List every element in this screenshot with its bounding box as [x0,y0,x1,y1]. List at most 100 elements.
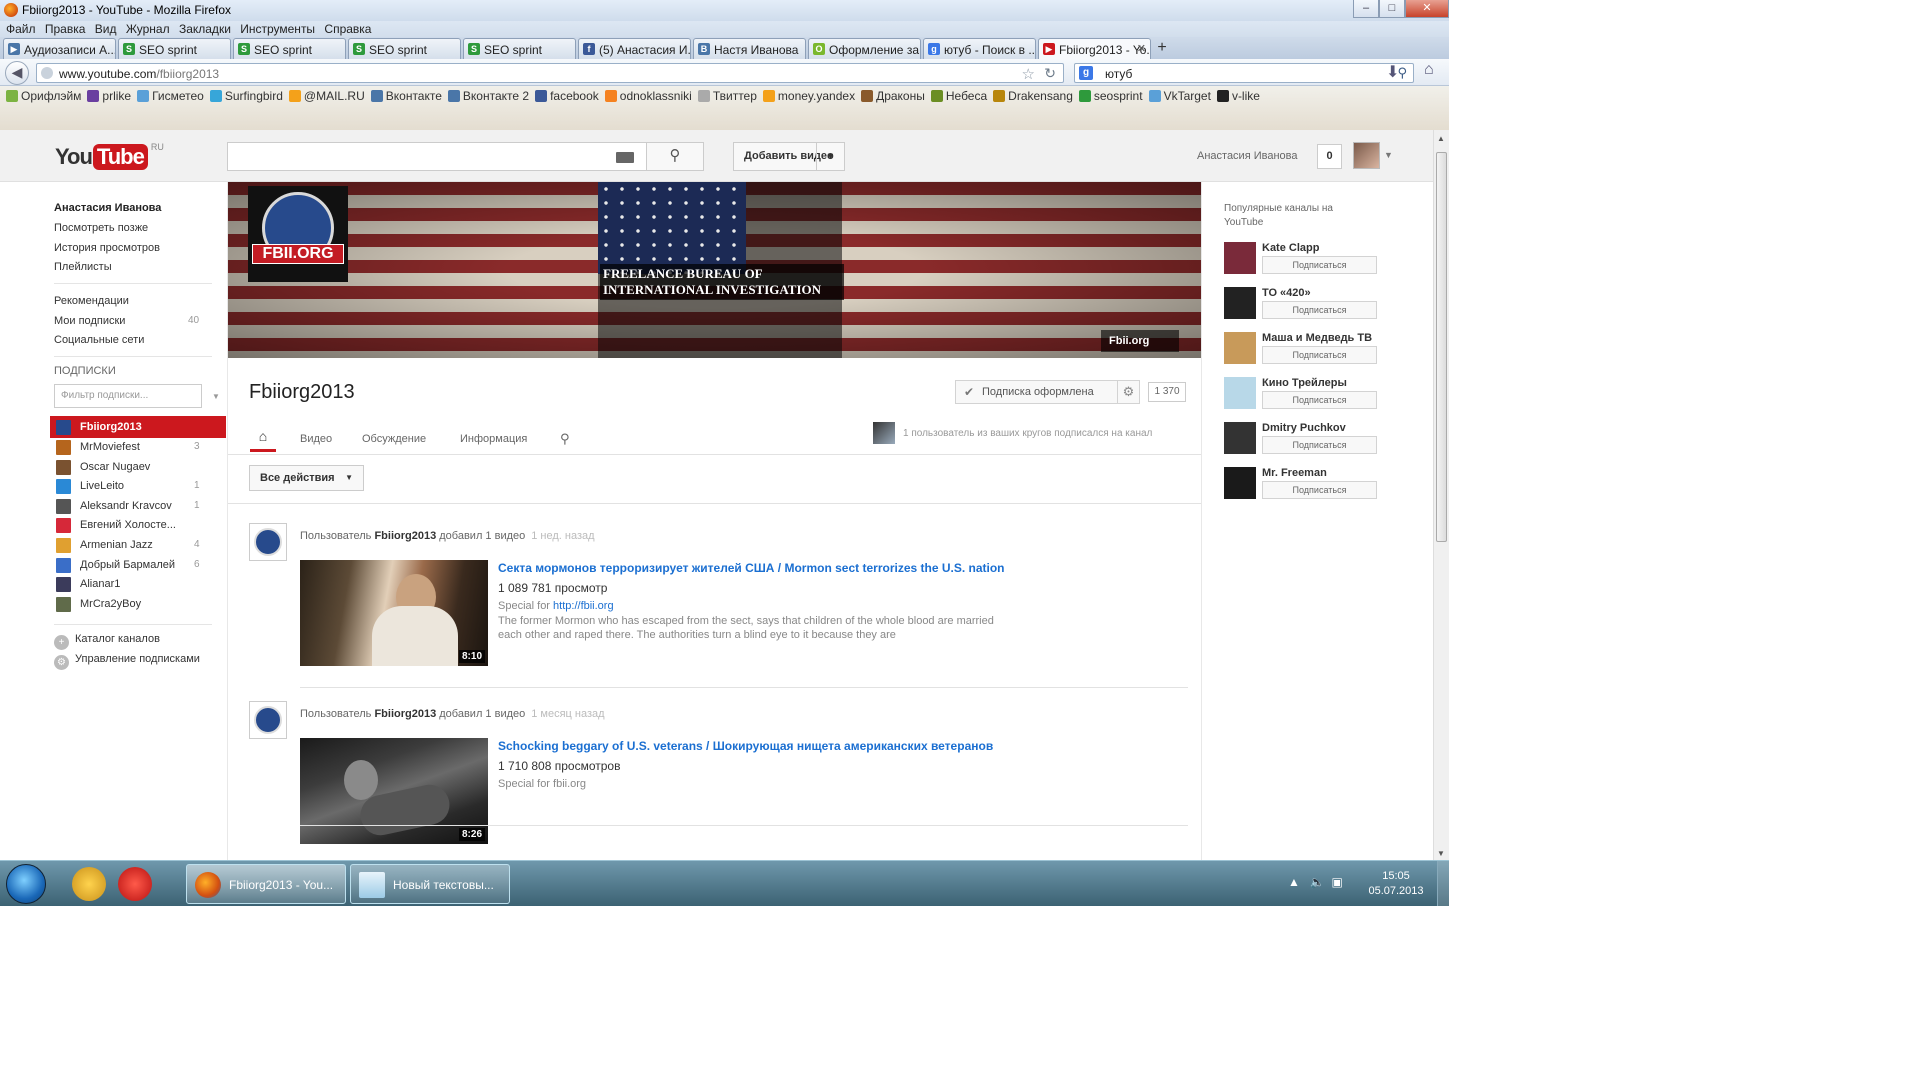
subscribe-button[interactable]: Подписаться [1262,256,1377,274]
tray-expand-icon[interactable]: ▲ [1288,875,1300,889]
downloads-icon[interactable]: ⬇ [1386,62,1399,82]
subscription-item[interactable]: Alianar1 [50,573,226,595]
tab-videos[interactable]: Видео [300,433,332,445]
subscription-settings-icon[interactable]: ⚙ [1118,380,1140,404]
bookmark-item[interactable]: Орифлэйм [6,89,81,103]
guide-social[interactable]: Социальные сети [54,334,144,346]
subscribe-button[interactable]: Подписаться [1262,301,1377,319]
youtube-logo[interactable]: You Tube RU [54,142,164,170]
bookmark-item[interactable]: Вконтакте 2 [447,89,529,103]
menu-edit[interactable]: Правка [45,21,86,37]
channel-name[interactable]: Кино Трейлеры [1262,377,1347,389]
home-icon[interactable]: ⌂ [1424,61,1434,79]
channel-search-icon[interactable]: ⚲ [560,431,570,447]
subscribe-button[interactable]: Подписаться [1262,391,1377,409]
subscription-item[interactable]: Fbiiorg2013 [50,416,226,438]
scroll-down-icon[interactable]: ▼ [1437,849,1445,858]
bookmark-item[interactable]: Твиттер [697,89,757,103]
browser-tab[interactable]: S SEO sprint [348,38,461,59]
keyboard-icon[interactable] [616,152,634,163]
bookmark-item[interactable]: Гисметео [137,89,204,103]
channel-name[interactable]: Mr. Freeman [1262,467,1327,479]
system-tray[interactable]: ▲ 🔈 ▣ [1288,875,1343,889]
taskbar-window-notepad[interactable]: Новый текстовы... [350,864,510,904]
bookmark-item[interactable]: Drakensang [993,89,1073,103]
channel-catalog-link[interactable]: + Каталог каналов [54,633,160,650]
browser-tab[interactable]: S SEO sprint [118,38,231,59]
close-button[interactable]: ✕ [1405,0,1449,18]
search-bar[interactable]: g ютуб ⚲ [1074,63,1414,83]
video-thumbnail[interactable]: 8:26 [300,738,488,844]
home-tab-icon[interactable]: ⌂ [250,428,276,452]
subscribe-button[interactable]: Подписаться [1262,436,1377,454]
subscription-filter-input[interactable]: Фильтр подписки... [54,384,202,408]
menu-history[interactable]: Журнал [126,21,170,37]
menu-file[interactable]: Файл [6,21,36,37]
guide-watch-later[interactable]: Посмотреть позже [54,222,148,234]
channel-avatar[interactable] [1224,422,1256,454]
tab-discussion[interactable]: Обсуждение [362,433,426,445]
yt-search-input[interactable] [227,142,647,171]
channel-name[interactable]: Маша и Медведь ТВ [1262,332,1372,344]
show-desktop-button[interactable] [1437,861,1449,906]
notifications-count[interactable]: 0 [1317,144,1342,169]
bookmark-item[interactable]: money.yandex [762,89,855,103]
browser-tab[interactable]: ▶ Аудиозаписи А... [3,38,116,59]
subscribe-button[interactable]: Подписаться [1262,481,1377,499]
video-title[interactable]: Schocking beggary of U.S. veterans / Шок… [498,739,993,753]
subscribe-button[interactable]: Подписаться [1262,346,1377,364]
bookmark-item[interactable]: @MAIL.RU [288,89,365,103]
yt-search-button[interactable]: ⚲ [646,142,704,171]
site-identity-icon[interactable] [41,67,53,79]
browser-tab[interactable]: f (5) Анастасия И... [578,38,691,59]
video-special-link[interactable]: http://fbii.org [553,600,614,612]
browser-tab[interactable]: g ютуб - Поиск в ... [923,38,1036,59]
bookmark-item[interactable]: Surfingbird [209,89,283,103]
search-engine-icon[interactable]: g [1079,66,1093,80]
browser-tab[interactable]: O Оформление за... [808,38,921,59]
scroll-up-icon[interactable]: ▲ [1437,134,1445,143]
menu-view[interactable]: Вид [95,21,117,37]
banner-site-link[interactable]: Fbii.org [1101,330,1179,352]
guide-playlists[interactable]: Плейлисты [54,261,112,273]
subscription-item[interactable]: MrCra2yBoy [50,593,226,615]
activity-user[interactable]: Fbiiorg2013 [374,530,436,542]
volume-icon[interactable]: 🔈 [1310,875,1325,889]
network-icon[interactable]: ▣ [1332,875,1343,889]
bookmark-item[interactable]: odnoklassniki [604,89,692,103]
channel-avatar[interactable] [1224,287,1256,319]
masthead-username[interactable]: Анастасия Иванова [1197,150,1298,162]
url-bar[interactable]: www.youtube.com/fbiiorg2013 ☆ ↻ [36,63,1064,83]
bookmark-item[interactable]: v-like [1216,89,1260,103]
channel-avatar[interactable] [1224,242,1256,274]
subscription-item[interactable]: LiveLeito 1 [50,475,226,497]
bookmark-item[interactable]: Драконы [861,89,925,103]
bookmark-item[interactable]: prlike [87,89,131,103]
menu-bookmarks[interactable]: Закладки [179,21,231,37]
bookmark-item[interactable]: Вконтакте [370,89,442,103]
new-tab-icon[interactable]: + [1153,40,1171,58]
channel-name[interactable]: ТО «420» [1262,287,1311,299]
page-scrollbar[interactable]: ▲ ▼ [1433,130,1449,860]
bookmark-item[interactable]: Небеса [930,89,987,103]
subscription-item[interactable]: MrMoviefest 3 [50,436,226,458]
tab-about[interactable]: Информация [460,433,527,445]
user-avatar[interactable] [1353,142,1380,169]
system-clock[interactable]: 15:05 05.07.2013 [1366,869,1426,899]
bookmark-item[interactable]: seosprint [1078,89,1143,103]
filter-dropdown-icon[interactable]: ▼ [212,392,220,401]
guide-my-subscriptions[interactable]: Мои подписки [54,315,125,327]
channel-name[interactable]: Dmitry Puchkov [1262,422,1346,434]
uploader-avatar[interactable] [249,523,287,561]
back-button[interactable]: ◀ [5,61,29,85]
bookmark-item[interactable]: facebook [535,89,599,103]
start-button[interactable] [6,864,46,904]
channel-avatar[interactable] [1224,467,1256,499]
maximize-button[interactable]: □ [1379,0,1405,18]
menu-help[interactable]: Справка [324,21,371,37]
menu-tools[interactable]: Инструменты [240,21,315,37]
minimize-button[interactable]: – [1353,0,1379,18]
subscribed-button[interactable]: ✔ Подписка оформлена [955,380,1118,404]
channel-avatar[interactable] [1224,332,1256,364]
uploader-avatar[interactable] [249,701,287,739]
